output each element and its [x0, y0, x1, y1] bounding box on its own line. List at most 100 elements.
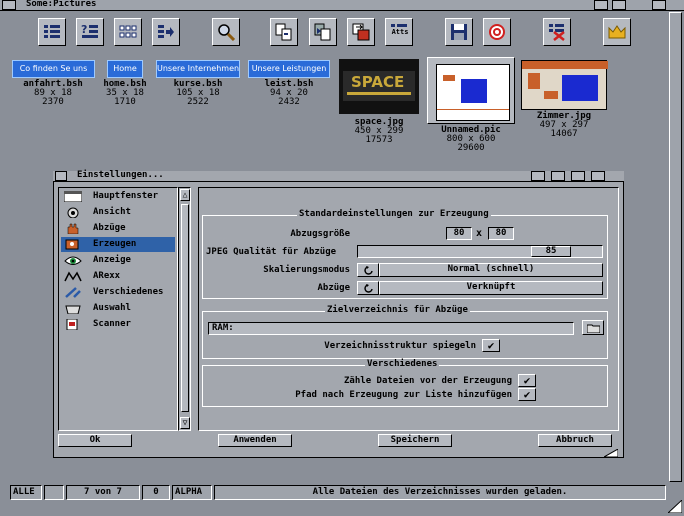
window-title-bar[interactable]: Some:Pictures	[0, 0, 684, 11]
scale-mode-label: Skalierungsmodus	[263, 265, 350, 275]
thumbs-cycle-button[interactable]	[357, 281, 379, 295]
thumb-image-space[interactable]: SPACE	[339, 59, 419, 114]
width-field[interactable]: 80	[446, 227, 472, 240]
window-resize-icon[interactable]	[666, 498, 683, 514]
search-button[interactable]	[212, 18, 240, 46]
attributes-button[interactable]: Atts	[385, 18, 413, 46]
copy-button[interactable]	[270, 18, 298, 46]
count-files-checkbox[interactable]: ✔	[518, 374, 536, 387]
scale-cycle-button[interactable]	[357, 263, 379, 277]
add-path-checkbox[interactable]: ✔	[518, 388, 536, 401]
file-kurse[interactable]: kurse.bsh 105 x 18 2522	[156, 80, 240, 107]
thumb-button-leist[interactable]: Unsere Leistungen	[248, 60, 330, 78]
scale-mode-cycle[interactable]: Normal (schnell)	[379, 263, 603, 277]
dialog-zoom-icon[interactable]	[551, 171, 565, 181]
scroll-up-icon[interactable]: △	[180, 189, 190, 201]
basket-icon	[65, 305, 81, 314]
count-status: 7 von 7	[66, 485, 140, 500]
sort-button[interactable]	[152, 18, 180, 46]
group-destination-title: Zielverzeichnis für Abzüge	[325, 305, 470, 315]
move-pages-icon	[314, 23, 331, 41]
category-ansicht[interactable]: Ansicht	[61, 205, 175, 220]
thumb-button-kurse[interactable]: Unsere Internehmens	[156, 60, 240, 78]
category-abzuege[interactable]: Abzüge	[61, 221, 175, 236]
category-erzeugen[interactable]: Erzeugen	[61, 237, 175, 252]
delete-button[interactable]	[543, 18, 571, 46]
window-icon	[64, 191, 82, 202]
move-button[interactable]	[309, 18, 337, 46]
category-verschiedenes[interactable]: Verschiedenes	[61, 285, 175, 300]
convert-image-icon	[352, 23, 370, 41]
thumb-button-home[interactable]: Home	[107, 60, 143, 78]
select-folder-button[interactable]	[582, 320, 604, 335]
scroll-thumb[interactable]	[181, 204, 189, 412]
file-zimmer[interactable]: Zimmer.jpg 497 x 297 14067	[521, 112, 607, 139]
dialog-title-bar[interactable]: Einstellungen...	[53, 170, 624, 182]
add-path-label: Pfad nach Erzeugung zur Liste hinzufügen	[295, 390, 512, 400]
target-button[interactable]	[483, 18, 511, 46]
thumb-button-anfahrt[interactable]: Co finden Se uns	[12, 60, 95, 78]
category-anzeige[interactable]: Anzeige	[61, 253, 175, 268]
destination-path-input[interactable]: RAM:	[208, 322, 574, 335]
mirror-label: Verzeichnisstruktur spiegeln	[324, 341, 476, 351]
sort-mode-status[interactable]: ALPHA	[172, 485, 212, 500]
tools-icon	[65, 287, 81, 298]
category-list-scrollbar[interactable]: △ ▽	[178, 187, 191, 431]
group-misc	[202, 365, 608, 407]
file-home[interactable]: home.bsh 35 x 18 1710	[96, 80, 154, 107]
cycle-icon	[364, 266, 373, 275]
jpeg-slider-knob[interactable]: 85	[531, 246, 571, 257]
status-message: Alle Dateien des Verzeichnisses wurden g…	[214, 485, 666, 500]
iconify-icon[interactable]	[612, 0, 626, 10]
category-hauptfenster[interactable]: Hauptfenster	[61, 189, 175, 204]
main-scrollbar[interactable]	[669, 12, 682, 482]
jpeg-quality-slider[interactable]: 85	[357, 245, 603, 258]
count-files-label: Zähle Dateien vor der Erzeugung	[344, 376, 512, 386]
dialog-snapshot-icon[interactable]	[531, 171, 545, 181]
file-space[interactable]: space.jpg 450 x 299 17573	[339, 118, 419, 145]
convert-button[interactable]	[347, 18, 375, 46]
category-scanner[interactable]: Scanner	[61, 317, 175, 332]
size-label: Abzugsgröße	[290, 229, 350, 239]
group-defaults-title: Standardeinstellungen zur Erzeugung	[297, 209, 491, 219]
eye-icon	[64, 256, 82, 265]
dialog-close-icon[interactable]	[55, 171, 67, 181]
filter-status[interactable]: ALLE	[10, 485, 42, 500]
selected-status: 0	[142, 485, 170, 500]
apply-button[interactable]: Anwenden	[218, 434, 292, 447]
file-leist[interactable]: leist.bsh 94 x 20 2432	[248, 80, 330, 107]
save-settings-button[interactable]: Speichern	[378, 434, 452, 447]
space-thumb-text: SPACE	[351, 73, 405, 91]
depth-icon[interactable]	[652, 0, 666, 10]
thumb-image-zimmer[interactable]	[521, 60, 608, 110]
category-arexx[interactable]: ARexx	[61, 269, 175, 284]
category-list[interactable]: Hauptfenster Ansicht Abzüge Erzeugen Anz…	[58, 187, 178, 431]
thumbs-mode-cycle[interactable]: Verknüpft	[379, 281, 603, 295]
height-field[interactable]: 80	[488, 227, 514, 240]
atts-label: Atts	[391, 28, 409, 36]
thumb-image-unnamed[interactable]	[427, 57, 515, 124]
dialog-depth-icon[interactable]	[591, 171, 605, 181]
dialog-resize-icon[interactable]	[602, 448, 619, 458]
category-auswahl[interactable]: Auswahl	[61, 301, 175, 316]
cycle-icon	[364, 284, 373, 293]
zoom-icon[interactable]	[594, 0, 608, 10]
ok-button[interactable]: Ok	[58, 434, 132, 447]
dialog-iconify-icon[interactable]	[571, 171, 585, 181]
file-unnamed[interactable]: Unnamed.pic 800 x 600 29600	[427, 126, 515, 153]
list-view-button[interactable]	[38, 18, 66, 46]
scroll-down-icon[interactable]: ▽	[180, 417, 190, 429]
info-view-button[interactable]: ?	[76, 18, 104, 46]
crown-button[interactable]	[603, 18, 631, 46]
eye-view-icon	[67, 207, 79, 218]
size-x: x	[476, 228, 483, 239]
close-icon[interactable]	[2, 0, 16, 10]
window-title: Some:Pictures	[26, 0, 97, 9]
small-grid-icon	[119, 25, 137, 38]
mirror-checkbox[interactable]: ✔	[482, 339, 500, 352]
thumbnail-view-button[interactable]	[114, 18, 142, 46]
file-size: 14067	[550, 129, 578, 139]
save-button[interactable]	[445, 18, 473, 46]
cancel-button[interactable]: Abbruch	[538, 434, 612, 447]
file-anfahrt[interactable]: anfahrt.bsh 89 x 18 2370	[10, 80, 96, 107]
